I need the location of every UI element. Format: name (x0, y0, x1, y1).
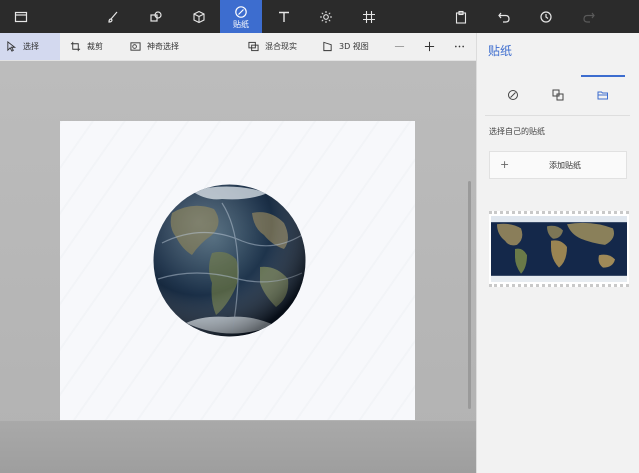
3d-view-button[interactable]: 3D 视图 (316, 33, 375, 60)
select-button[interactable]: 选择 (0, 33, 60, 60)
effects-button[interactable] (305, 0, 347, 33)
minus-icon (394, 46, 405, 47)
paste-button[interactable] (440, 0, 482, 33)
sun-effects-icon (320, 10, 332, 23)
mixed-reality-button[interactable]: 混合现实 (242, 33, 303, 60)
menu-button[interactable] (0, 0, 42, 33)
drawing-canvas[interactable] (60, 121, 415, 420)
redo-button[interactable] (568, 0, 610, 33)
workspace-floor (0, 421, 476, 473)
text-button[interactable] (263, 0, 305, 33)
canvas-button[interactable] (348, 0, 390, 33)
mixed-reality-label: 混合现实 (265, 42, 297, 51)
top-toolbar: 贴纸 (0, 0, 639, 33)
magic-select-button[interactable]: 神奇选择 (124, 33, 185, 60)
selection-toolbar: 选择 裁剪 神奇选择 混合现实 3D 视图 (0, 33, 476, 61)
brushes-button[interactable] (92, 0, 134, 33)
undo-icon (498, 12, 510, 23)
stickers-tab[interactable]: 贴纸 (220, 0, 262, 33)
plus-icon (424, 41, 435, 52)
crop-button[interactable]: 裁剪 (64, 33, 109, 60)
redo-icon (583, 12, 595, 23)
earth-globe-sticker[interactable] (152, 183, 307, 338)
cursor-arrow-icon (7, 41, 17, 52)
undo-button[interactable] (483, 0, 525, 33)
clipboard-icon (455, 10, 467, 24)
folder-open-icon (597, 91, 608, 100)
ellipsis-icon (455, 45, 464, 48)
history-clock-icon (540, 10, 552, 23)
mixed-reality-icon (248, 41, 259, 52)
tab-custom-stickers[interactable] (581, 75, 625, 113)
panel-title: 贴纸 (488, 44, 513, 58)
add-sticker-label: 添加贴纸 (549, 161, 581, 170)
magic-select-label: 神奇选择 (147, 42, 179, 51)
crop-label: 裁剪 (87, 42, 103, 51)
textures-icon (552, 89, 564, 101)
sticker-icon (235, 5, 247, 18)
crop-icon (70, 41, 81, 52)
zoom-out-button[interactable] (388, 33, 411, 60)
workspace (0, 61, 476, 473)
brush-icon (108, 11, 118, 23)
world-map-sticker-thumbnail[interactable] (489, 211, 629, 287)
shapes-2d-icon (150, 10, 162, 22)
3d-shapes-button[interactable] (178, 0, 220, 33)
3d-view-label: 3D 视图 (339, 42, 369, 51)
vertical-scrollbar[interactable] (468, 181, 471, 409)
folder-menu-icon (14, 11, 28, 22)
more-options-button[interactable] (448, 33, 471, 60)
sticker-category-tabs (477, 73, 639, 113)
select-label: 选择 (23, 42, 39, 51)
stickers-tab-label: 贴纸 (233, 19, 249, 29)
sticker-shapes-icon (508, 90, 518, 100)
stickers-panel: 贴纸 选择自己的贴纸 + 添加贴纸 (476, 33, 639, 473)
text-icon (279, 11, 289, 22)
tabs-divider (485, 115, 630, 116)
world-map-image (491, 216, 627, 282)
tab-textures[interactable] (536, 77, 580, 113)
2d-shapes-button[interactable] (135, 0, 177, 33)
magic-select-icon (130, 42, 141, 51)
add-sticker-button[interactable]: + 添加贴纸 (489, 151, 627, 179)
tab-sticker-shapes[interactable] (491, 77, 535, 113)
canvas-grid-icon (363, 10, 375, 23)
3d-view-icon (323, 41, 332, 52)
history-button[interactable] (525, 0, 567, 33)
zoom-in-button[interactable] (418, 33, 441, 60)
cube-icon (193, 10, 205, 23)
custom-stickers-caption: 选择自己的贴纸 (489, 127, 545, 136)
